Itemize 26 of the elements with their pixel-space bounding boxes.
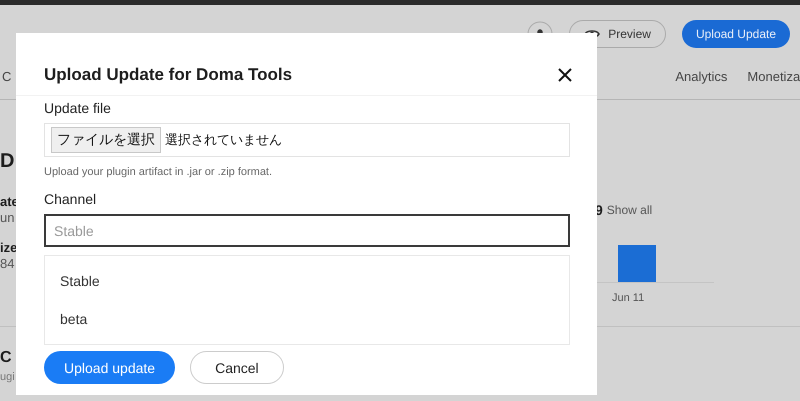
close-icon[interactable] bbox=[558, 68, 572, 82]
chart-label: Jun 11 bbox=[612, 292, 646, 304]
field-label: Update file bbox=[44, 100, 112, 116]
detail-value: 84 bbox=[0, 256, 16, 272]
file-field[interactable]: ファイルを選択 選択されていません bbox=[44, 123, 570, 157]
chart-bar bbox=[618, 245, 656, 282]
file-status: 選択されていません bbox=[165, 132, 282, 149]
cancel-button[interactable]: Cancel bbox=[190, 351, 284, 384]
dialog-title: Upload Update for Doma Tools bbox=[44, 65, 292, 85]
upload-button[interactable]: Upload update bbox=[44, 351, 176, 384]
section-text: ugi bbox=[0, 371, 16, 383]
tab[interactable]: Monetiza bbox=[747, 68, 800, 86]
detail-label: ize bbox=[0, 240, 18, 256]
choose-file-button[interactable]: ファイルを選択 bbox=[51, 127, 161, 153]
page-heading: D bbox=[0, 149, 14, 174]
tab[interactable]: C bbox=[0, 68, 20, 86]
field-hint: Upload your plugin artifact in .jar or .zip format. bbox=[44, 166, 274, 178]
field-label: Channel bbox=[44, 191, 98, 207]
dropdown-option[interactable]: beta bbox=[45, 300, 569, 338]
channel-field[interactable]: Stable bbox=[44, 214, 570, 247]
tab[interactable]: Analytics bbox=[675, 68, 736, 86]
detail-value: un bbox=[0, 210, 16, 226]
upload-update-button[interactable]: Upload Update bbox=[682, 20, 790, 48]
section-title: C bbox=[0, 349, 13, 367]
dropdown-option[interactable]: Stable bbox=[45, 262, 569, 300]
show-all-link[interactable]: Show all bbox=[606, 203, 652, 217]
